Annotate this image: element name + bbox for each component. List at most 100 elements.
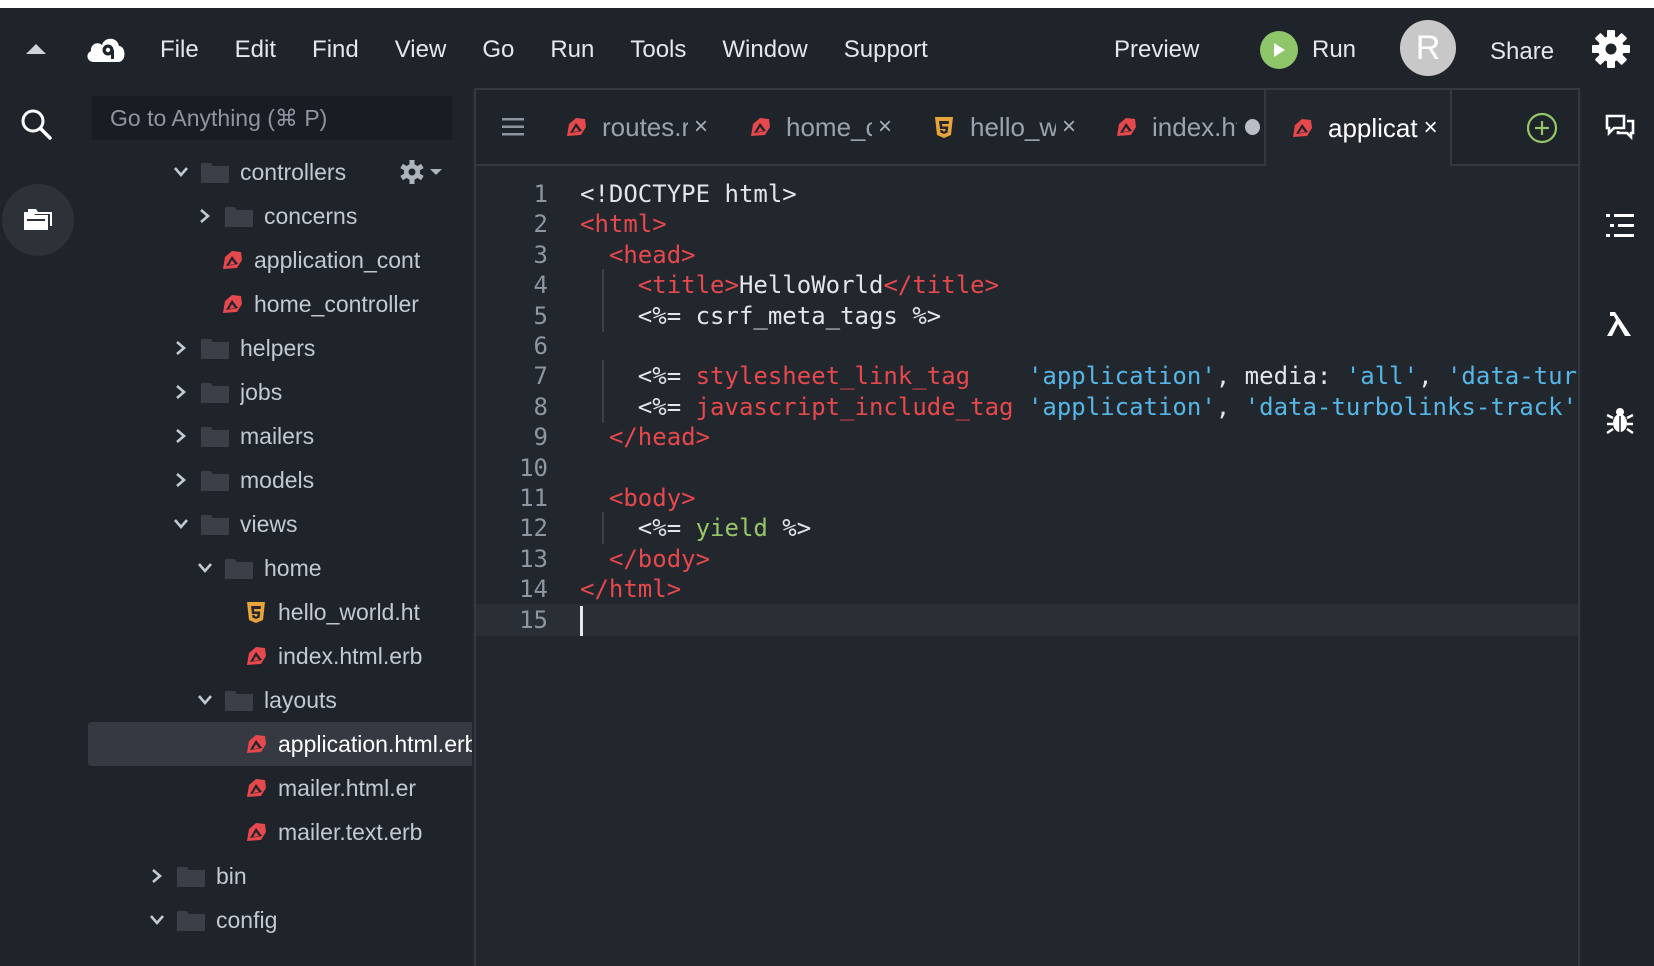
chevron-right-icon[interactable] — [172, 427, 190, 445]
tree-file-application-cont[interactable]: application_cont — [220, 238, 420, 282]
run-button[interactable]: Run — [1260, 28, 1356, 72]
line-number: 14 — [519, 575, 548, 604]
tree-item-label: home_controller — [254, 290, 419, 317]
code-area[interactable]: 1 <!DOCTYPE html> 2 <html> 3 <head> 4 <title>… — [476, 178, 1578, 958]
tree-folder-bin[interactable]: bin — [148, 854, 247, 898]
tree-file-mailer-text-erb[interactable]: mailer.text.erb — [244, 810, 422, 854]
line-number: 1 — [533, 180, 548, 208]
menu-item-file[interactable]: File — [160, 34, 216, 66]
tree-file-index-html-erb[interactable]: index.html.erb — [244, 634, 422, 678]
menu-item-window[interactable]: Window — [722, 34, 824, 66]
tab-home-c[interactable]: home_c × — [722, 90, 892, 164]
tree-item-label: index.html.erb — [278, 642, 423, 669]
html5-file-icon — [244, 600, 268, 624]
code-line: 10 — [476, 452, 1578, 484]
tree-folder-concerns[interactable]: concerns — [196, 194, 357, 238]
tree-file-mailer-html-er[interactable]: mailer.html.er — [244, 766, 416, 810]
code-token: javascript_include_tag — [695, 392, 1014, 421]
cloud9-logo-icon[interactable] — [84, 32, 128, 68]
tree-file-home-controller[interactable]: home_controller — [220, 282, 419, 326]
menu-item-view[interactable]: View — [395, 34, 464, 66]
chevron-right-icon[interactable] — [172, 339, 190, 357]
chevron-right-icon[interactable] — [172, 471, 190, 489]
share-button[interactable]: Share — [1490, 36, 1554, 68]
tree-folder-layouts[interactable]: layouts — [196, 678, 337, 722]
line-text: </body> — [580, 543, 710, 575]
chevron-right-icon[interactable] — [148, 867, 166, 885]
lambda-icon[interactable] — [1604, 308, 1636, 340]
tab-bar: routes.r × home_c × hello_w × index.ht applicat… — [476, 90, 1578, 166]
line-text: <title>HelloWorld</title> — [580, 269, 999, 301]
close-tab-icon[interactable]: × — [1062, 113, 1076, 141]
go-to-anything-input[interactable] — [92, 96, 452, 140]
html5-file-icon — [932, 115, 956, 139]
tree-settings-gear-icon[interactable] — [398, 158, 454, 186]
code-token: <head> — [608, 240, 696, 269]
menu-item-support[interactable]: Support — [844, 34, 945, 66]
tab-routes-r[interactable]: routes.r × — [538, 90, 708, 164]
menu-item-edit[interactable]: Edit — [235, 34, 293, 66]
tab-label: applicat — [1328, 112, 1418, 143]
tree-folder-config[interactable]: config — [148, 898, 277, 942]
tree-folder-jobs[interactable]: jobs — [172, 370, 282, 414]
tree-folder-models[interactable]: models — [172, 458, 314, 502]
search-icon[interactable] — [18, 106, 54, 142]
chevron-right-icon[interactable] — [172, 383, 190, 401]
line-number: 15 — [519, 605, 548, 634]
tree-file-application-html-erb[interactable]: application.html.erb — [88, 722, 472, 766]
tree-item-label: hello_world.ht — [278, 598, 420, 625]
ruby-file-icon — [748, 115, 772, 139]
tree-item-label: jobs — [240, 378, 283, 405]
user-avatar[interactable]: R — [1400, 20, 1456, 76]
code-line: 4 <title>HelloWorld</title> — [476, 269, 1578, 302]
file-explorer-icon[interactable] — [2, 184, 74, 256]
gear-icon[interactable] — [1590, 28, 1632, 70]
tab-hello-w[interactable]: hello_w × — [906, 90, 1076, 164]
menu-item-find[interactable]: Find — [312, 34, 376, 66]
menu-item-go[interactable]: Go — [482, 34, 531, 66]
chevron-down-icon[interactable] — [172, 515, 190, 533]
unsaved-dot-icon[interactable] — [1245, 119, 1260, 135]
run-label: Run — [1312, 36, 1357, 63]
code-line: 5 <%= csrf_meta_tags %> — [476, 299, 1578, 332]
tab-applicat[interactable]: applicat × — [1264, 90, 1452, 166]
outline-list-icon[interactable] — [1604, 210, 1636, 242]
close-tab-icon[interactable]: × — [694, 113, 708, 141]
tree-folder-mailers[interactable]: mailers — [172, 414, 314, 458]
tree-folder-controllers[interactable]: controllers — [172, 150, 346, 194]
collapse-up-icon[interactable] — [24, 40, 48, 58]
tree-folder-home[interactable]: home — [196, 546, 322, 590]
close-tab-icon[interactable]: × — [878, 113, 892, 141]
code-token: 'data-turbolinks-track' — [1446, 362, 1578, 391]
close-tab-icon[interactable]: × — [1424, 114, 1438, 142]
chevron-down-icon[interactable] — [172, 163, 190, 181]
preview-button[interactable]: Preview — [1114, 34, 1199, 66]
bug-icon[interactable] — [1604, 404, 1636, 436]
menu-item-tools[interactable]: Tools — [630, 34, 703, 66]
chevron-down-icon[interactable] — [148, 911, 166, 929]
tree-folder-views[interactable]: views — [172, 502, 298, 546]
code-token: , — [1215, 392, 1245, 421]
code-token: 'application' — [1027, 392, 1216, 421]
chevron-down-icon[interactable] — [196, 559, 214, 577]
chevron-right-icon[interactable] — [196, 207, 214, 225]
chevron-down-icon[interactable] — [196, 691, 214, 709]
tree-folder-helpers[interactable]: helpers — [172, 326, 315, 370]
add-tab-icon[interactable] — [1526, 112, 1558, 144]
tab-label: routes.r — [602, 111, 688, 142]
tab-list-menu-icon[interactable] — [502, 116, 526, 138]
tree-file-hello-world-ht[interactable]: hello_world.ht — [244, 590, 420, 634]
folder-icon — [200, 424, 230, 448]
tab-label: home_c — [786, 111, 872, 142]
folder-icon — [176, 864, 206, 888]
menu-item-run[interactable]: Run — [550, 34, 611, 66]
tab-index-ht[interactable]: index.ht — [1088, 90, 1260, 164]
chat-icon[interactable] — [1604, 110, 1636, 142]
code-token: HelloWorld — [738, 271, 884, 300]
code-token: <%= — [580, 362, 696, 391]
folder-icon — [200, 512, 230, 536]
code-token: <!DOCTYPE html> — [580, 180, 797, 208]
